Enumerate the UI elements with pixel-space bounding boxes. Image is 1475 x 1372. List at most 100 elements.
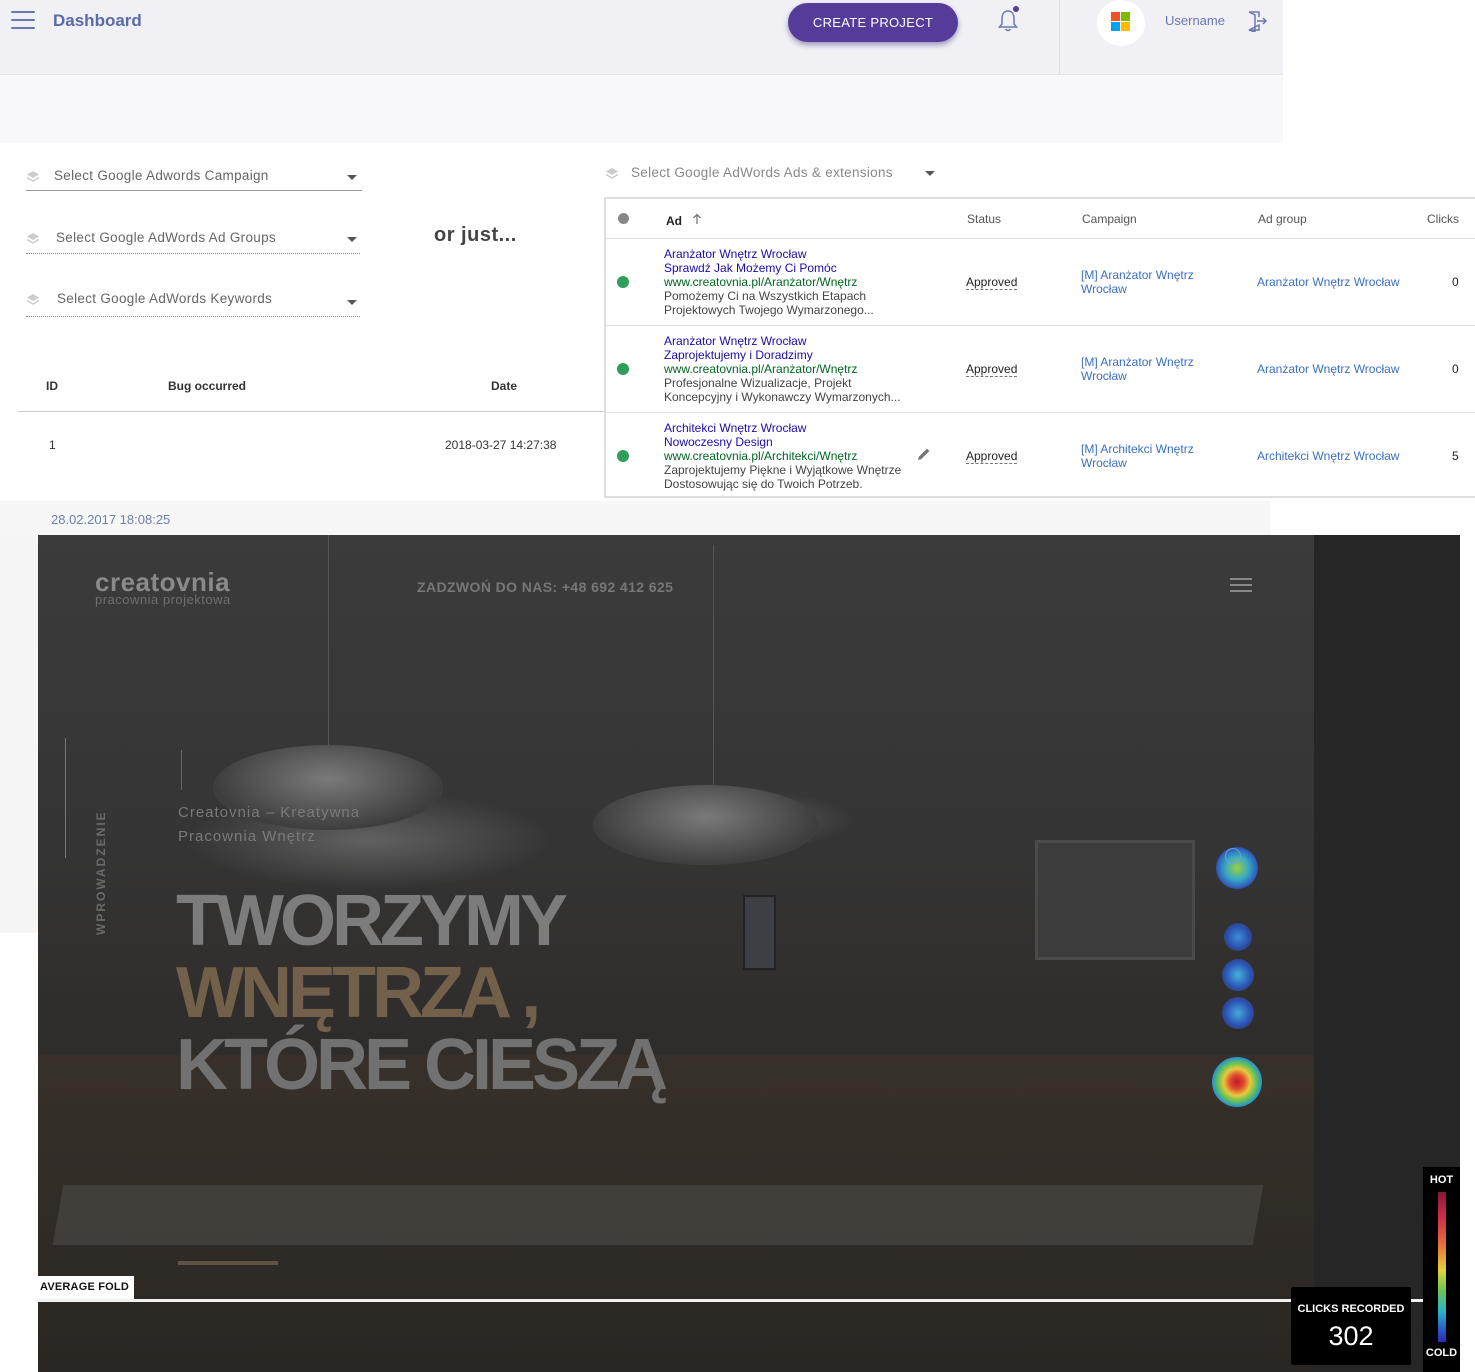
keywords-select-label: Select Google AdWords Keywords <box>57 291 273 306</box>
site-headline-3: KTÓRE CIESZĄ <box>176 1025 668 1105</box>
ad-groups-select[interactable]: Select Google AdWords Ad Groups <box>26 230 360 256</box>
underline <box>26 316 360 317</box>
bug-table-divider <box>18 411 604 412</box>
top-bar: Dashboard CREATE PROJECT Username <box>0 0 1283 75</box>
scene-lamp-cord <box>713 545 714 790</box>
bug-col-id[interactable]: ID <box>46 379 58 393</box>
scene-small-frame <box>743 895 776 970</box>
site-logo-sub: pracownia projektowa <box>95 592 231 607</box>
click-spot <box>1222 959 1254 991</box>
campaign-link[interactable]: [M] Aranżator Wnętrz Wrocław <box>1081 268 1211 296</box>
edit-pencil-icon[interactable] <box>916 446 932 462</box>
sort-arrow-up-icon[interactable] <box>692 213 702 225</box>
chevron-down-icon <box>347 237 357 242</box>
ads-extensions-select-label: Select Google AdWords Ads & extensions <box>631 165 893 180</box>
bug-col-bug[interactable]: Bug occurred <box>168 379 246 393</box>
background-panel <box>0 535 38 933</box>
heatmap-screenshot: creatovnia pracownia projektowa ZADZWOŃ … <box>38 535 1460 1372</box>
clicks-value: 0 <box>1452 362 1459 376</box>
page-title: Dashboard <box>53 11 142 30</box>
col-ad[interactable]: Ad <box>666 214 682 228</box>
sub-header <box>0 76 1283 143</box>
status-approved[interactable]: Approved <box>966 449 1018 464</box>
col-clicks[interactable]: Clicks <box>1427 212 1459 226</box>
chevron-down-icon <box>347 175 357 180</box>
notification-dot <box>1013 6 1019 12</box>
divider <box>1059 0 1060 75</box>
bug-row-date: 2018-03-27 14:27:38 <box>445 438 557 452</box>
ad-desc-1: Pomożemy Ci na Wszystkich Etapach <box>664 289 867 303</box>
campaign-select[interactable]: Select Google Adwords Campaign <box>26 168 362 192</box>
ad-group-link[interactable]: Architekci Wnętrz Wrocław <box>1257 449 1399 463</box>
status-approved[interactable]: Approved <box>966 362 1018 377</box>
microsoft-logo-icon[interactable] <box>1097 0 1145 46</box>
table-row-ad[interactable]: Aranżator Wnętrz Wrocław Zaprojektujemy … <box>664 334 914 404</box>
row-divider <box>606 325 1475 326</box>
campaign-link[interactable]: [M] Aranżator Wnętrz Wrocław <box>1081 355 1211 383</box>
clicks-recorded-label: CLICKS RECORDED <box>1297 1303 1405 1315</box>
username-label[interactable]: Username <box>1165 13 1225 28</box>
menu-icon[interactable] <box>11 11 35 31</box>
or-just-label: or just... <box>434 224 517 246</box>
clicks-recorded-box: CLICKS RECORDED 302 <box>1291 1287 1411 1365</box>
col-campaign[interactable]: Campaign <box>1082 212 1137 226</box>
status-header-dot[interactable] <box>618 213 629 224</box>
site-menu-icon <box>1230 578 1252 592</box>
col-ad-group[interactable]: Ad group <box>1258 212 1307 226</box>
ad-desc-1: Profesjonalne Wizualizacje, Projekt <box>664 376 852 390</box>
table-row-ad[interactable]: Architekci Wnętrz Wrocław Nowoczesny Des… <box>664 421 914 491</box>
ad-title-1[interactable]: Architekci Wnętrz Wrocław <box>664 421 914 435</box>
clicks-value: 0 <box>1452 275 1459 289</box>
table-row-ad[interactable]: Aranżator Wnętrz Wrocław Sprawdź Jak Moż… <box>664 247 914 317</box>
campaign-select-label: Select Google Adwords Campaign <box>54 168 269 183</box>
ad-title-1[interactable]: Aranżator Wnętrz Wrocław <box>664 334 914 348</box>
heatmap-header <box>0 501 1270 535</box>
heatmap-timestamp: 28.02.2017 18:08:25 <box>51 512 171 527</box>
underline <box>26 190 362 191</box>
decor-line <box>65 738 66 858</box>
ad-desc-2: Projektowych Twojego Wymarzonego... <box>664 303 874 317</box>
scene-lamp-cord <box>328 535 329 750</box>
keywords-select[interactable]: Select Google AdWords Keywords <box>26 291 360 319</box>
click-spot-marker <box>1225 848 1241 864</box>
status-approved[interactable]: Approved <box>966 275 1018 290</box>
click-spot <box>1224 923 1252 951</box>
status-dot <box>617 363 629 375</box>
legend-hot-label: HOT <box>1429 1174 1454 1186</box>
layers-icon <box>26 171 40 182</box>
ad-title-2[interactable]: Zaprojektujemy i Doradzimy <box>664 348 914 362</box>
ads-table: Ad Status Campaign Ad group Clicks Aranż… <box>604 197 1475 498</box>
ad-title-2[interactable]: Nowoczesny Design <box>664 435 914 449</box>
layers-icon <box>605 168 619 179</box>
site-headline-2: WNĘTRZA , <box>176 953 541 1033</box>
status-dot <box>617 276 629 288</box>
col-status[interactable]: Status <box>967 212 1001 226</box>
site-vertical-label: WPROWADZENIE <box>94 810 108 935</box>
ad-title-1[interactable]: Aranżator Wnętrz Wrocław <box>664 247 914 261</box>
chevron-down-icon <box>925 171 935 176</box>
site-phone: ZADZWOŃ DO NAS: +48 692 412 625 <box>417 579 674 595</box>
ad-group-link[interactable]: Aranżator Wnętrz Wrocław <box>1257 362 1399 376</box>
status-dot <box>617 450 629 462</box>
ad-group-link[interactable]: Aranżator Wnętrz Wrocław <box>1257 275 1399 289</box>
heat-legend: HOT COLD <box>1423 1167 1460 1372</box>
legend-cold-label: COLD <box>1425 1347 1458 1359</box>
ad-desc-2: Koncepcyjny i Wykonawczy Wymarzonych... <box>664 390 901 404</box>
create-project-button[interactable]: CREATE PROJECT <box>788 3 958 42</box>
ad-title-2[interactable]: Sprawdź Jak Możemy Ci Pomóc <box>664 261 914 275</box>
ads-extensions-select[interactable]: Select Google AdWords Ads & extensions <box>605 165 945 187</box>
average-fold-line <box>38 1299 1460 1302</box>
ad-desc-1: Zaprojektujemy Piękne i Wyjątkowe Wnętrz… <box>664 463 902 477</box>
click-spot-hot <box>1212 1057 1262 1107</box>
bug-col-date[interactable]: Date <box>491 379 517 393</box>
site-tagline: Creatovnia – Kreatywna Pracownia Wnętrz <box>178 804 361 845</box>
row-divider <box>606 412 1475 413</box>
clicks-value: 5 <box>1452 449 1459 463</box>
layers-icon <box>26 233 40 244</box>
scene-wall-picture <box>1035 840 1195 960</box>
campaign-link[interactable]: [M] Architekci Wnętrz Wrocław <box>1081 442 1211 470</box>
bug-row-id: 1 <box>49 438 56 452</box>
average-fold-label: AVERAGE FOLD <box>38 1276 134 1299</box>
logout-icon[interactable] <box>1246 10 1268 32</box>
chevron-down-icon <box>347 300 357 305</box>
